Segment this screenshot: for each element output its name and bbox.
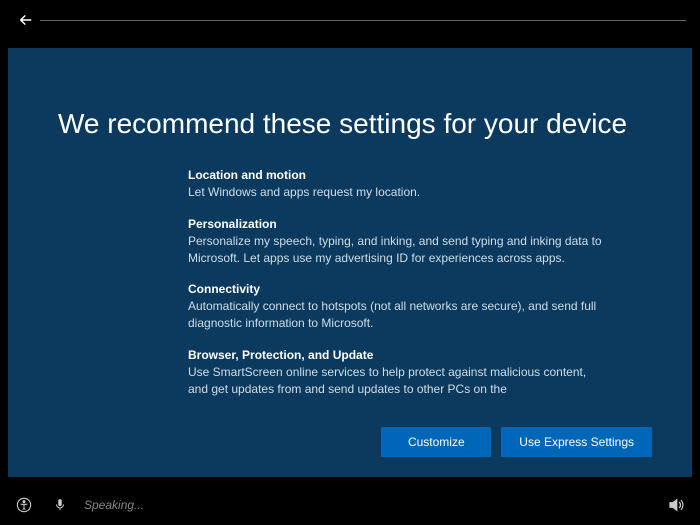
volume-icon[interactable] xyxy=(666,495,686,515)
setting-group-browser: Browser, Protection, and Update Use Smar… xyxy=(188,348,602,398)
setting-heading: Browser, Protection, and Update xyxy=(188,348,602,362)
setting-heading: Location and motion xyxy=(188,168,602,182)
setting-description: Use SmartScreen online services to help … xyxy=(188,364,602,398)
setting-description: Personalize my speech, typing, and inkin… xyxy=(188,233,602,267)
setting-heading: Connectivity xyxy=(188,282,602,296)
bottom-bar: Speaking... xyxy=(0,485,700,525)
express-settings-button[interactable]: Use Express Settings xyxy=(501,427,652,457)
setting-heading: Personalization xyxy=(188,217,602,231)
setting-group-personalization: Personalization Personalize my speech, t… xyxy=(188,217,602,267)
settings-body: Location and motion Let Windows and apps… xyxy=(188,168,602,417)
customize-button[interactable]: Customize xyxy=(381,427,491,457)
microphone-icon[interactable] xyxy=(50,495,70,515)
setting-group-location: Location and motion Let Windows and apps… xyxy=(188,168,602,201)
setting-description: Let Windows and apps request my location… xyxy=(188,184,602,201)
main-panel: We recommend these settings for your dev… xyxy=(8,48,692,477)
ease-of-access-icon[interactable] xyxy=(14,495,34,515)
back-button[interactable] xyxy=(14,8,38,32)
page-title: We recommend these settings for your dev… xyxy=(58,108,642,140)
setting-description: Automatically connect to hotspots (not a… xyxy=(188,298,602,332)
top-divider xyxy=(40,20,686,21)
button-row: Customize Use Express Settings xyxy=(58,427,652,457)
top-bar xyxy=(0,0,700,40)
speaking-status: Speaking... xyxy=(84,498,144,512)
setting-group-connectivity: Connectivity Automatically connect to ho… xyxy=(188,282,602,332)
